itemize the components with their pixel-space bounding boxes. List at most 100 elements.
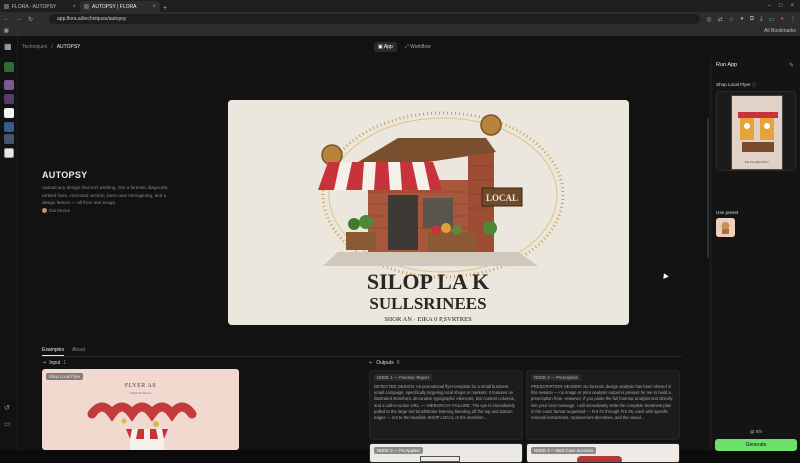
input-section-header: ⇥ Input 1 bbox=[42, 360, 66, 366]
mode-workflow[interactable]: ⤢ Workflow bbox=[401, 42, 435, 52]
project-thumb[interactable] bbox=[4, 80, 14, 90]
tab-about[interactable]: About bbox=[72, 347, 85, 356]
left-rail: ▦ ↺ ▭ bbox=[0, 36, 18, 450]
output-card-tag: NODE 3 — Fix Applied bbox=[374, 447, 423, 454]
translate-icon[interactable]: ⇄ bbox=[718, 16, 723, 23]
preset-art bbox=[716, 218, 735, 237]
output-card-best-case[interactable]: NODE 4 — Best Case Scenario bbox=[526, 443, 680, 463]
edit-icon[interactable]: ✎ bbox=[789, 62, 794, 69]
info-icon: ⓘ bbox=[751, 82, 757, 87]
forward-icon[interactable]: → bbox=[16, 16, 22, 22]
tab-label: AUTOPSY | FLORA bbox=[92, 3, 137, 10]
eye-off-icon[interactable]: ◎ bbox=[706, 16, 711, 23]
breadcrumb-separator: / bbox=[51, 44, 53, 50]
main-content: AUTOPSY Upload any design that isn't wor… bbox=[18, 58, 710, 463]
url-text: app.flora.ai/techniques/autopsy bbox=[57, 16, 127, 22]
subheadline-text: SULLSRINEES bbox=[369, 294, 486, 313]
tagline-text: SIIOR AN · EIKA 0 P,SVRTRES bbox=[384, 316, 472, 323]
outputs-section-label: Outputs bbox=[376, 360, 394, 366]
close-icon[interactable]: × bbox=[72, 4, 76, 10]
image-dropzone[interactable]: Be Proudly Here bbox=[716, 91, 796, 171]
reload-icon[interactable]: ↻ bbox=[28, 16, 33, 23]
scrollbar[interactable] bbox=[707, 118, 709, 258]
back-icon[interactable]: ← bbox=[4, 16, 10, 22]
preset-label: Use preset bbox=[716, 210, 739, 215]
extension-icon[interactable]: ● bbox=[740, 16, 744, 22]
project-thumb[interactable] bbox=[4, 148, 14, 158]
outputs-icon: ⇤ bbox=[369, 360, 374, 366]
preset-thumbnail[interactable] bbox=[716, 218, 735, 237]
run-count: ▤ 8/8 bbox=[750, 429, 762, 434]
author-name: Dai Moore bbox=[49, 208, 71, 213]
input-count: 1 bbox=[63, 360, 67, 366]
input-label: Shop Local Flyer ⓘ bbox=[716, 82, 757, 87]
bookmarks-bar: ▦ All Bookmarks bbox=[0, 26, 800, 36]
page-description: Upload any design that isn't working. Ge… bbox=[42, 185, 169, 205]
breadcrumb: Techniques / AUTOPSY bbox=[18, 36, 710, 58]
output-card-tag: NODE 2 — Prescription bbox=[531, 374, 582, 381]
shop-sign-text: LOCAL bbox=[486, 193, 518, 203]
close-window-icon[interactable]: × bbox=[790, 3, 794, 9]
browser-tab-active[interactable]: AUTOPSY | FLORA × bbox=[80, 1, 160, 12]
output-card-tag: NODE 1 — Forensic Report bbox=[374, 374, 432, 381]
generate-button[interactable]: Generate bbox=[715, 439, 797, 451]
maximize-icon[interactable]: □ bbox=[779, 3, 783, 9]
output-card-forensic-report[interactable]: NODE 1 — Forensic Report DETECTED DESIGN… bbox=[369, 370, 523, 440]
new-tab-button[interactable]: + bbox=[160, 5, 170, 12]
profile-icon[interactable]: ● bbox=[780, 16, 784, 22]
outputs-count: 8 bbox=[396, 360, 400, 366]
input-card[interactable]: Shop Local Flyer FLYER AS Small Business bbox=[42, 369, 239, 450]
storefront-illustration: LOCAL SILOP LA K SULLSRINEES SIIOR AN · … bbox=[228, 100, 629, 325]
breadcrumb-current: AUTOPSY bbox=[56, 44, 81, 50]
menu-icon[interactable]: ⋮ bbox=[790, 16, 796, 23]
star-icon[interactable]: ☆ bbox=[729, 16, 734, 23]
content-tabs: Examples About bbox=[42, 347, 682, 357]
output-card-prescription[interactable]: NODE 2 — Prescription PRESCRIPTION HEADE… bbox=[526, 370, 680, 440]
avatar bbox=[42, 208, 47, 213]
panel-title: Run App bbox=[716, 62, 738, 68]
page-title: AUTOPSY bbox=[42, 170, 88, 180]
close-icon[interactable]: × bbox=[152, 4, 156, 10]
upload-icon[interactable] bbox=[4, 62, 14, 72]
browser-actions: ◎ ⇄ ☆ ● ⧉ ⤓ ▭ ● ⋮ bbox=[706, 16, 796, 23]
all-bookmarks[interactable]: All Bookmarks bbox=[764, 28, 796, 34]
hero-image: LOCAL SILOP LA K SULLSRINEES SIIOR AN · … bbox=[228, 100, 629, 325]
author[interactable]: Dai Moore bbox=[42, 208, 70, 213]
extensions-icon[interactable]: ⧉ bbox=[750, 16, 754, 23]
output-preview bbox=[577, 456, 622, 462]
flyer-thumbnail: Be Proudly Here bbox=[731, 95, 783, 170]
minimize-icon[interactable]: – bbox=[768, 3, 771, 9]
project-thumb[interactable] bbox=[4, 108, 14, 118]
tab-label: FLORA - AUTOPSY bbox=[12, 3, 57, 10]
output-card-fix-applied[interactable]: NODE 3 — Fix Applied bbox=[369, 443, 523, 463]
download-icon[interactable]: ⤓ bbox=[760, 16, 763, 23]
output-card-text: PRESCRIPTION HEADER: No forensic design … bbox=[531, 384, 673, 421]
browser-tab[interactable]: FLORA - AUTOPSY × bbox=[0, 1, 80, 12]
window-controls: – □ × bbox=[768, 3, 800, 9]
mode-switcher: ▣ App ⤢ Workflow bbox=[374, 42, 435, 52]
outputs-section-header: ⇤ Outputs 8 bbox=[369, 360, 400, 366]
project-thumb[interactable] bbox=[4, 94, 14, 104]
app-root: ▦ ↺ ▭ Techniques / AUTOPSY ▣ App ⤢ Workf… bbox=[0, 36, 800, 463]
project-thumb[interactable] bbox=[4, 122, 14, 132]
flyer-thumbnail-art bbox=[732, 96, 782, 169]
folder-icon[interactable]: ▭ bbox=[4, 420, 14, 430]
output-card-tag: NODE 4 — Best Case Scenario bbox=[531, 447, 597, 454]
flyer-artwork bbox=[87, 402, 197, 450]
project-thumb[interactable] bbox=[4, 134, 14, 144]
split-icon[interactable]: ▭ bbox=[769, 16, 775, 23]
apps-icon[interactable]: ▦ bbox=[4, 28, 9, 34]
input-section-label: Input bbox=[49, 360, 61, 366]
favicon-icon bbox=[4, 4, 9, 9]
grid-icon[interactable]: ▦ bbox=[4, 42, 14, 52]
run-app-panel: Run App ✎ Shop Local Flyer ⓘ Be Proudly … bbox=[710, 58, 800, 451]
address-bar-row: ← → ↻ app.flora.ai/techniques/autopsy ◎ … bbox=[0, 12, 800, 26]
breadcrumb-parent[interactable]: Techniques bbox=[22, 44, 47, 50]
favicon-icon bbox=[84, 4, 89, 9]
mode-app[interactable]: ▣ App bbox=[374, 42, 397, 52]
tab-examples[interactable]: Examples bbox=[42, 347, 64, 356]
url-field[interactable]: app.flora.ai/techniques/autopsy bbox=[49, 14, 701, 24]
headline-text: SILOP LA K bbox=[367, 269, 489, 294]
history-icon[interactable]: ↺ bbox=[4, 404, 14, 414]
browser-tab-bar: FLORA - AUTOPSY × AUTOPSY | FLORA × + – … bbox=[0, 0, 800, 12]
